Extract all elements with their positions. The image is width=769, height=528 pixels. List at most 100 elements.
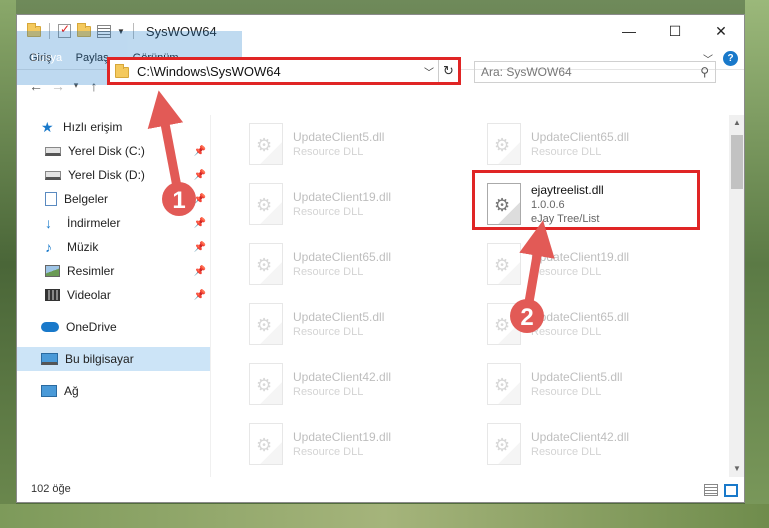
pin-icon[interactable]: 📌 bbox=[194, 290, 206, 301]
pin-icon[interactable]: 📌 bbox=[194, 218, 206, 229]
file-item[interactable]: ⚙ UpdateClient65.dll Resource DLL bbox=[479, 297, 704, 351]
file-item[interactable]: ⚙ UpdateClient19.dll Resource DLL bbox=[479, 237, 704, 291]
sidebar-item-pictures[interactable]: Resimler 📌 bbox=[17, 259, 210, 283]
file-info: UpdateClient65.dll Resource DLL bbox=[531, 310, 629, 338]
sidebar-item-this-pc[interactable]: Bu bilgisayar bbox=[17, 347, 210, 371]
dll-file-icon: ⚙ bbox=[249, 303, 283, 345]
gear-icon: ⚙ bbox=[256, 135, 273, 155]
address-path[interactable]: C:\Windows\SysWOW64 bbox=[137, 64, 420, 79]
gear-icon: ⚙ bbox=[494, 255, 511, 275]
file-name: UpdateClient19.dll bbox=[293, 430, 392, 444]
scroll-thumb[interactable] bbox=[731, 135, 743, 189]
sidebar-item-local-disk-c[interactable]: Yerel Disk (C:) 📌 bbox=[17, 139, 210, 163]
file-item[interactable]: ⚙ UpdateClient19.dll Resource DLL bbox=[241, 417, 466, 471]
sidebar-item-network[interactable]: Ağ bbox=[17, 379, 210, 403]
sidebar-item-videos[interactable]: Videolar 📌 bbox=[17, 283, 210, 307]
file-name: UpdateClient19.dll bbox=[531, 250, 630, 264]
file-name: UpdateClient5.dll bbox=[293, 310, 385, 324]
file-name: UpdateClient5.dll bbox=[293, 130, 385, 144]
drive-icon bbox=[45, 170, 61, 180]
pin-icon[interactable]: 📌 bbox=[194, 266, 206, 277]
pin-icon[interactable]: 📌 bbox=[194, 194, 206, 205]
file-item[interactable]: ⚙ UpdateClient42.dll Resource DLL bbox=[241, 357, 466, 411]
file-item[interactable]: ⚙ UpdateClient65.dll Resource DLL bbox=[241, 237, 466, 291]
sidebar-item-documents[interactable]: Belgeler 📌 bbox=[17, 187, 210, 211]
gear-icon: ⚙ bbox=[256, 195, 273, 215]
dll-file-icon: ⚙ bbox=[249, 243, 283, 285]
refresh-icon[interactable]: ↻ bbox=[438, 60, 458, 82]
file-type: Resource DLL bbox=[293, 326, 364, 338]
maximize-button[interactable]: ☐ bbox=[652, 15, 698, 47]
computer-icon bbox=[41, 353, 58, 365]
file-info: UpdateClient5.dll Resource DLL bbox=[293, 310, 384, 338]
navigation-pane: ★ Hızlı erişim Yerel Disk (C:) 📌 Yerel D… bbox=[17, 115, 210, 475]
file-name: UpdateClient5.dll bbox=[531, 370, 623, 384]
vertical-scrollbar[interactable]: ▲ ▼ bbox=[729, 115, 744, 477]
pin-icon[interactable]: 📌 bbox=[194, 242, 206, 253]
document-icon bbox=[45, 192, 57, 206]
file-item[interactable]: ⚙ UpdateClient5.dll Resource DLL bbox=[241, 297, 466, 351]
scroll-up-icon[interactable]: ▲ bbox=[729, 115, 744, 131]
sidebar-item-label: Videolar bbox=[67, 288, 111, 302]
file-item[interactable]: ⚙ UpdateClient19.dll Resource DLL bbox=[241, 177, 466, 231]
sidebar-item-label: Müzik bbox=[67, 240, 99, 254]
file-info: UpdateClient65.dll Resource DLL bbox=[293, 250, 391, 278]
file-name: UpdateClient65.dll bbox=[531, 310, 630, 324]
window-controls: — ☐ ✕ bbox=[606, 15, 744, 47]
explorer-window: ▼ SysWOW64 — ☐ ✕ Dosya Giriş Paylaş Görü… bbox=[16, 14, 745, 503]
file-item[interactable]: ⚙ UpdateClient5.dll Resource DLL bbox=[241, 117, 466, 171]
star-icon: ★ bbox=[41, 118, 54, 135]
file-type: Resource DLL bbox=[293, 446, 364, 458]
file-type: Resource DLL bbox=[531, 326, 602, 338]
large-icons-view-icon[interactable] bbox=[724, 484, 738, 497]
network-icon bbox=[41, 385, 57, 397]
sidebar-item-label: Belgeler bbox=[64, 192, 109, 206]
pin-icon[interactable]: 📌 bbox=[194, 170, 206, 181]
sidebar-item-onedrive[interactable]: OneDrive bbox=[17, 315, 210, 339]
file-item[interactable]: ⚙ UpdateClient5.dll Resource DLL bbox=[479, 357, 704, 411]
drive-icon bbox=[45, 146, 61, 156]
file-type: Resource DLL bbox=[293, 266, 364, 278]
address-bar[interactable]: C:\Windows\SysWOW64 ﹀ ↻ bbox=[107, 57, 461, 85]
sidebar-item-quick-access[interactable]: ★ Hızlı erişim bbox=[17, 115, 210, 139]
dll-file-icon: ⚙ bbox=[487, 123, 521, 165]
sidebar-item-local-disk-d[interactable]: Yerel Disk (D:) 📌 bbox=[17, 163, 210, 187]
item-count: 102 öğe bbox=[31, 483, 71, 495]
pictures-icon bbox=[45, 265, 60, 277]
file-info: UpdateClient42.dll Resource DLL bbox=[531, 430, 629, 458]
minimize-button[interactable]: — bbox=[606, 15, 652, 47]
address-history-chevron-icon[interactable]: ﹀ bbox=[420, 64, 438, 79]
video-icon bbox=[45, 289, 60, 301]
sidebar-item-downloads[interactable]: ↓ İndirmeler 📌 bbox=[17, 211, 210, 235]
file-info: UpdateClient42.dll Resource DLL bbox=[293, 370, 391, 398]
file-info: UpdateClient19.dll Resource DLL bbox=[293, 190, 391, 218]
scroll-down-icon[interactable]: ▼ bbox=[729, 461, 744, 477]
cloud-icon bbox=[41, 322, 59, 332]
search-input[interactable]: Ara: SysWOW64 bbox=[481, 65, 700, 79]
file-type: Resource DLL bbox=[293, 206, 364, 218]
gear-icon: ⚙ bbox=[494, 375, 511, 395]
status-bar: 102 öğe bbox=[17, 476, 744, 502]
file-type: Resource DLL bbox=[531, 386, 602, 398]
close-button[interactable]: ✕ bbox=[698, 15, 744, 47]
search-box[interactable]: Ara: SysWOW64 ⚲ bbox=[474, 61, 716, 83]
file-info: UpdateClient19.dll Resource DLL bbox=[293, 430, 391, 458]
pin-icon[interactable]: 📌 bbox=[194, 146, 206, 157]
gear-icon: ⚙ bbox=[494, 315, 511, 335]
gear-icon: ⚙ bbox=[256, 315, 273, 335]
file-name: UpdateClient65.dll bbox=[293, 250, 392, 264]
file-item[interactable]: ⚙ UpdateClient65.dll Resource DLL bbox=[479, 117, 704, 171]
details-view-icon[interactable] bbox=[704, 484, 718, 496]
gear-icon: ⚙ bbox=[494, 135, 511, 155]
dll-file-icon: ⚙ bbox=[487, 243, 521, 285]
dll-file-icon: ⚙ bbox=[249, 183, 283, 225]
dll-file-icon: ⚙ bbox=[249, 423, 283, 465]
gear-icon: ⚙ bbox=[494, 435, 511, 455]
file-item[interactable]: ⚙ UpdateClient42.dll Resource DLL bbox=[479, 417, 704, 471]
sidebar-item-label: Ağ bbox=[64, 384, 79, 398]
search-icon[interactable]: ⚲ bbox=[700, 65, 709, 79]
sidebar-item-music[interactable]: ♪ Müzik 📌 bbox=[17, 235, 210, 259]
dll-file-icon: ⚙ bbox=[249, 123, 283, 165]
help-icon[interactable]: ? bbox=[723, 50, 738, 66]
file-name: UpdateClient42.dll bbox=[293, 370, 392, 384]
